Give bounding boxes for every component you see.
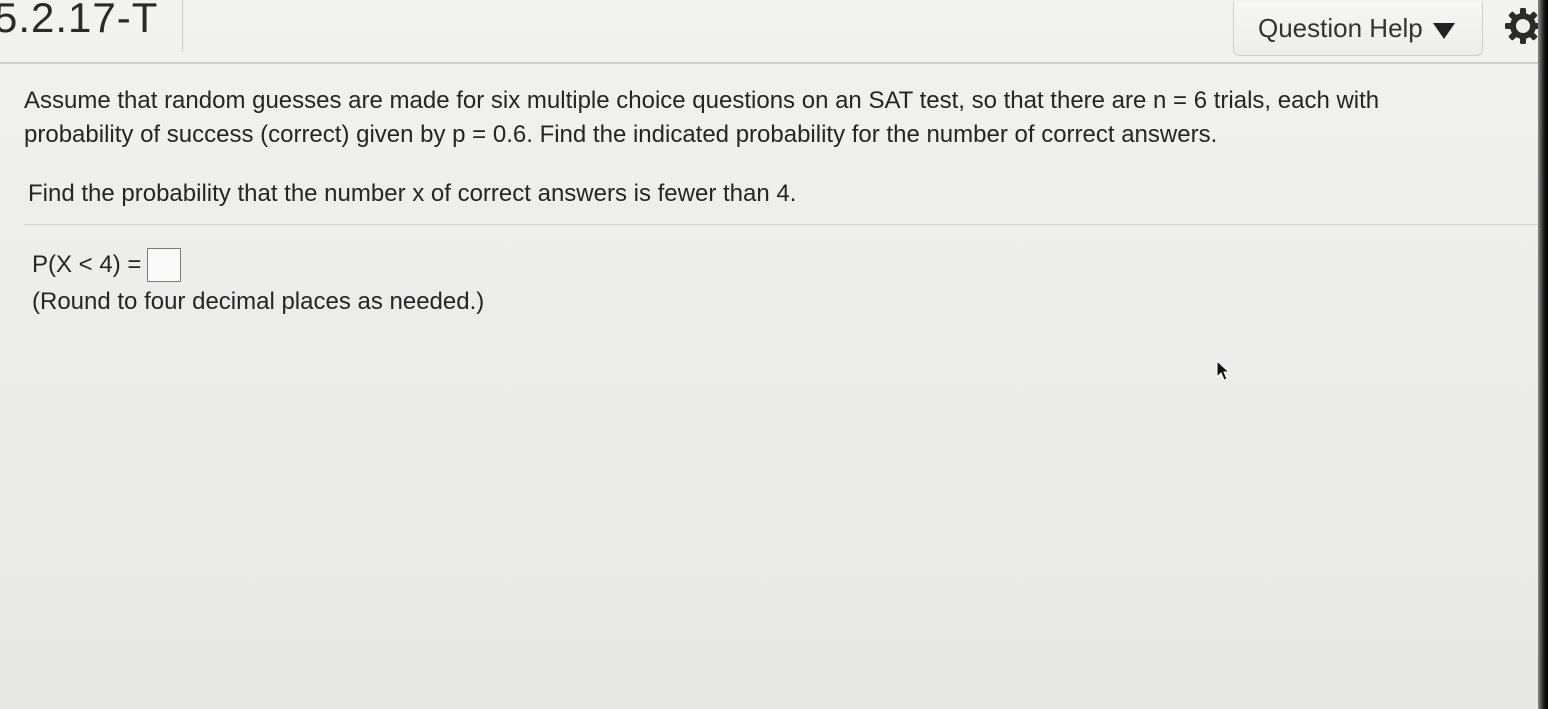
section-divider: [24, 224, 1540, 225]
question-id: 5.2.17-T: [0, 0, 159, 41]
rounding-hint: (Round to four decimal places as needed.…: [32, 288, 485, 315]
question-page: 5.2.17-T Question Help Assume that rando…: [0, 0, 1543, 709]
header-divider: [182, 0, 183, 52]
question-help-button[interactable]: Question Help: [1233, 2, 1483, 56]
answer-row: P(X < 4) =: [32, 248, 182, 282]
answer-input[interactable]: [147, 248, 182, 282]
screen-bezel: [1538, 0, 1548, 709]
header-rule: [0, 62, 1540, 64]
triangle-down-icon: [1432, 22, 1455, 39]
question-prompt: Find the probability that the number x o…: [28, 180, 797, 207]
answer-label: P(X < 4) =: [32, 251, 142, 278]
gear-icon[interactable]: [1503, 6, 1543, 46]
question-help-label: Question Help: [1258, 13, 1423, 43]
mouse-pointer-icon: [1216, 360, 1230, 381]
problem-statement: Assume that random guesses are made for …: [24, 87, 1380, 148]
